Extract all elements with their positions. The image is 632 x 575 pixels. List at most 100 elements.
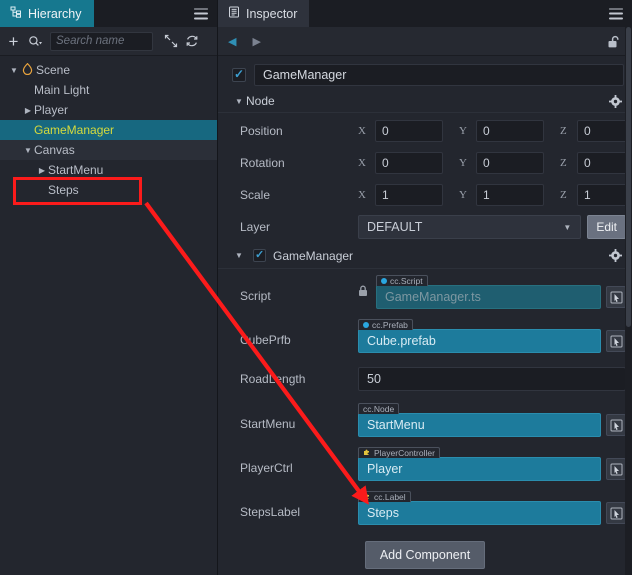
tab-hierarchy-label: Hierarchy xyxy=(28,6,82,21)
badge-label: cc.Script xyxy=(390,275,423,286)
cubeprfb-field-group: cc.Prefab Cube.prefab xyxy=(358,319,626,353)
chevron-down-icon: ▼ xyxy=(563,222,572,232)
tab-inspector[interactable]: Inspector xyxy=(218,0,310,27)
editor-window: Hierarchy + Search name ▼ Scene Main Lig… xyxy=(0,0,632,575)
chevron-down-icon[interactable]: ▼ xyxy=(8,66,20,75)
stepslabel-type-badge: cc.Label xyxy=(358,491,411,502)
tree-item-main-light[interactable]: Main Light xyxy=(0,80,217,100)
chevron-right-icon[interactable]: ▶ xyxy=(36,166,48,175)
collapse-all-icon[interactable] xyxy=(164,34,178,48)
position-z-input[interactable]: 0 xyxy=(577,120,632,142)
node-name-input[interactable]: GameManager xyxy=(254,64,624,86)
search-field-wrap xyxy=(50,31,153,51)
tree-item-steps[interactable]: Steps xyxy=(0,180,217,200)
script-value-field[interactable]: GameManager.ts xyxy=(376,285,601,309)
roadlength-input[interactable]: 50 xyxy=(358,367,626,391)
position-y-input[interactable]: 0 xyxy=(476,120,544,142)
chevron-down-icon[interactable]: ▼ xyxy=(232,251,246,260)
rotation-row: Rotation X 0 Y 0 Z 0 xyxy=(218,147,632,179)
chevron-right-icon[interactable]: ▶ xyxy=(22,106,34,115)
puzzle-icon xyxy=(363,492,371,502)
scale-x-input[interactable]: 1 xyxy=(375,184,443,206)
add-component-button[interactable]: Add Component xyxy=(364,541,486,569)
tree-item-label: Player xyxy=(34,103,69,117)
tree-item-player[interactable]: ▶ Player xyxy=(0,100,217,120)
scene-flame-icon xyxy=(20,62,34,78)
hierarchy-toolbar: + xyxy=(0,27,217,56)
gear-icon[interactable] xyxy=(609,94,622,108)
script-label: Script xyxy=(240,289,271,303)
puzzle-icon xyxy=(363,448,371,458)
inspector-panel: Inspector ◀ ▶ GameManager xyxy=(218,0,632,575)
node-enabled-checkbox[interactable] xyxy=(232,67,246,82)
playerctrl-label: PlayerCtrl xyxy=(240,461,293,475)
node-picker-icon[interactable] xyxy=(606,414,626,436)
rotation-vector: X 0 Y 0 Z 0 xyxy=(358,152,632,174)
position-label: Position xyxy=(240,124,283,138)
hierarchy-tree: ▼ Scene Main Light ▶ Player GameManager xyxy=(0,56,217,575)
tree-item-canvas[interactable]: ▼ Canvas xyxy=(0,140,217,160)
axis-label-z: Z xyxy=(560,125,567,137)
rotation-z-input[interactable]: 0 xyxy=(577,152,632,174)
tree-item-label: Canvas xyxy=(34,143,75,157)
layer-controls: DEFAULT ▼ Edit xyxy=(358,215,626,239)
node-picker-icon[interactable] xyxy=(606,458,626,480)
search-input[interactable] xyxy=(50,31,153,51)
component-header-gamemanager[interactable]: ▼ GameManager xyxy=(218,243,632,269)
node-picker-icon[interactable] xyxy=(606,330,626,352)
node-picker-icon[interactable] xyxy=(606,286,626,308)
property-row-script: Script cc.Script GameManager.ts xyxy=(218,271,632,315)
stepslabel-field-group: cc.Label Steps xyxy=(358,491,626,525)
search-dropdown-icon[interactable] xyxy=(28,35,43,48)
lock-open-icon[interactable] xyxy=(607,35,620,54)
property-row-startmenu: StartMenu cc.Node StartMenu xyxy=(218,399,632,443)
stepslabel-value-field[interactable]: Steps xyxy=(358,501,601,525)
tree-item-gamemanager[interactable]: GameManager xyxy=(0,120,217,140)
cubeprfb-value-field[interactable]: Cube.prefab xyxy=(358,329,601,353)
position-row: Position X 0 Y 0 Z 0 xyxy=(218,115,632,147)
property-row-cubeprfb: CubePrfb cc.Prefab Cube.prefab xyxy=(218,315,632,359)
inspector-scrollbar-thumb xyxy=(626,27,631,327)
axis-label-y: Y xyxy=(459,125,467,137)
badge-label: cc.Label xyxy=(374,491,406,502)
inspector-navbar: ◀ ▶ xyxy=(218,27,632,56)
inspector-content: GameManager ▼ Node xyxy=(218,56,632,575)
hierarchy-panel: Hierarchy + Search name ▼ Scene Main Lig… xyxy=(0,0,218,575)
inspector-scrollbar[interactable] xyxy=(625,27,632,575)
axis-label-y: Y xyxy=(459,189,467,201)
blue-dot-icon xyxy=(363,322,369,328)
scale-z-input[interactable]: 1 xyxy=(577,184,632,206)
inspector-icon xyxy=(228,6,240,21)
hamburger-menu-icon[interactable] xyxy=(194,8,208,19)
axis-label-z: Z xyxy=(560,157,567,169)
nav-forward-icon[interactable]: ▶ xyxy=(252,35,260,48)
node-picker-icon[interactable] xyxy=(606,502,626,524)
chevron-down-icon[interactable]: ▼ xyxy=(22,146,34,155)
hierarchy-tabbar-spacer xyxy=(93,0,217,27)
layer-select[interactable]: DEFAULT ▼ xyxy=(358,215,582,239)
gear-icon[interactable] xyxy=(609,249,622,262)
playerctrl-value-field[interactable]: Player xyxy=(358,457,601,481)
startmenu-value-field[interactable]: StartMenu xyxy=(358,413,601,437)
tab-hierarchy[interactable]: Hierarchy xyxy=(0,0,94,27)
component-enabled-checkbox[interactable] xyxy=(253,248,266,262)
playerctrl-field-group: PlayerController Player xyxy=(358,447,626,481)
tree-item-startmenu[interactable]: ▶ StartMenu xyxy=(0,160,217,180)
chevron-down-icon[interactable]: ▼ xyxy=(232,97,246,106)
refresh-icon[interactable] xyxy=(185,34,199,48)
tree-item-scene[interactable]: ▼ Scene xyxy=(0,60,217,80)
rotation-y-input[interactable]: 0 xyxy=(476,152,544,174)
tree-item-label: Scene xyxy=(36,63,71,77)
position-x-input[interactable]: 0 xyxy=(375,120,443,142)
stepslabel-label: StepsLabel xyxy=(240,505,301,519)
layer-edit-button[interactable]: Edit xyxy=(587,215,626,239)
axis-label-z: Z xyxy=(560,189,567,201)
inspector-tabbar-spacer xyxy=(309,0,632,27)
add-node-button[interactable]: + xyxy=(6,33,21,50)
rotation-x-input[interactable]: 0 xyxy=(375,152,443,174)
nav-back-icon[interactable]: ◀ xyxy=(228,35,236,48)
scale-y-input[interactable]: 1 xyxy=(476,184,544,206)
property-row-stepslabel: StepsLabel cc.Label Steps xyxy=(218,487,632,531)
hamburger-menu-icon[interactable] xyxy=(609,8,623,19)
node-section-header[interactable]: ▼ Node xyxy=(218,90,632,113)
